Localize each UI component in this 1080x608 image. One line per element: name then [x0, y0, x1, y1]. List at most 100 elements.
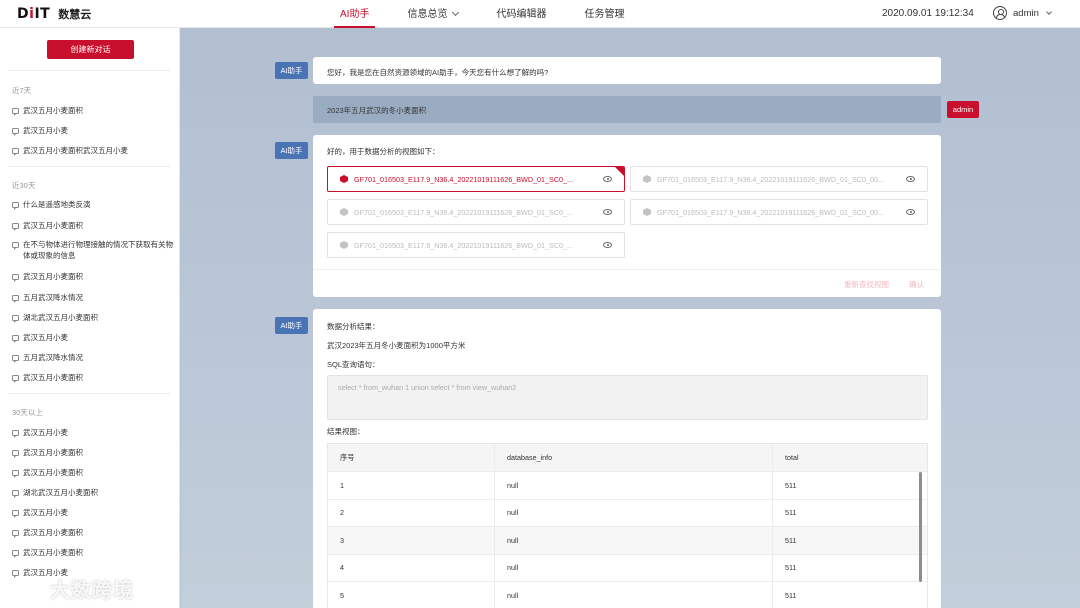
divider	[8, 393, 170, 394]
history-item[interactable]: 武汉五月小麦面积	[12, 527, 174, 538]
eye-icon[interactable]	[603, 209, 612, 215]
watermark: 大数跨境	[8, 574, 134, 603]
ai-message-views: 好的，用于数据分析的视图如下： GF701_016503_E117.9_N36.…	[313, 135, 941, 297]
table-scrollbar[interactable]	[919, 472, 922, 582]
history-item[interactable]: 武汉五月小麦面积	[12, 467, 174, 478]
nav-info-overview[interactable]: 信息总览	[407, 0, 460, 28]
history-item[interactable]: 武汉五月小麦面积	[12, 105, 174, 116]
result-summary: 武汉2023年五月冬小麦面积为1000平方米	[327, 341, 466, 350]
divider	[8, 166, 170, 167]
group-label-7d: 近7天	[12, 86, 32, 95]
history-item[interactable]: 在不与物体进行物理接触的情况下获取有关物体或现象的信息	[12, 239, 174, 261]
group-label-30d: 近30天	[12, 181, 36, 190]
history-item[interactable]: 武汉五月小麦面积武汉五月小麦	[12, 145, 174, 156]
table-row[interactable]: 4 null 511	[328, 554, 927, 582]
cell: 511	[785, 480, 797, 490]
history-item[interactable]: 武汉五月小麦	[12, 125, 174, 136]
history-item[interactable]: 湖北武汉五月小麦面积	[12, 312, 174, 323]
group-label-30d-plus: 30天以上	[12, 408, 43, 417]
view-file-option[interactable]: GF701_016503_E117.9_N36.4_20221019111626…	[630, 199, 928, 225]
history-item[interactable]: 五月武汉降水情况	[12, 292, 174, 303]
ai-assistant-tag: AI助手	[275, 317, 308, 334]
user-message: 2023年五月武汉的冬小麦面积	[313, 96, 941, 123]
column-header[interactable]: total	[773, 444, 927, 471]
logo-text: 数慧云	[58, 9, 92, 21]
cell: 4	[328, 554, 495, 581]
history-item[interactable]: 武汉五月小麦	[12, 507, 174, 518]
history-item[interactable]: 五月武汉降水情况	[12, 352, 174, 363]
history-item[interactable]: 武汉五月小麦面积	[12, 447, 174, 458]
view-file-option[interactable]: GF701_016503_E117.9_N36.4_20221019111626…	[327, 199, 625, 225]
user-menu[interactable]: admin	[993, 6, 1052, 20]
cell: 511	[785, 590, 797, 600]
table-row[interactable]: 1 null 511	[328, 472, 927, 500]
nav-task-management[interactable]: 任务管理	[584, 0, 624, 28]
chat-icon	[12, 549, 19, 558]
new-chat-button[interactable]: 创建新对话	[47, 40, 134, 59]
chat-icon	[12, 314, 19, 323]
chat-icon	[12, 529, 19, 538]
cell: 511	[785, 563, 797, 573]
chat-icon	[12, 241, 19, 250]
view-file-option[interactable]: GF701_016503_E117.9_N36.4_20221019111626…	[327, 232, 625, 258]
cell: 5	[328, 582, 495, 608]
chat-icon	[12, 429, 19, 438]
confirm-button[interactable]: 确认	[909, 279, 924, 290]
cell: null	[495, 499, 773, 526]
chat-icon	[12, 127, 19, 136]
history-item[interactable]: 什么是遥感地类反演	[12, 199, 174, 210]
view-file-option[interactable]: GF701_016503_E117.9_N36.4_20221019111626…	[630, 166, 928, 192]
chat-icon	[12, 374, 19, 383]
chevron-down-icon	[452, 8, 460, 17]
cell: null	[495, 582, 773, 608]
datetime: 2020.09.01 19:12:34	[882, 8, 974, 19]
cell: 511	[785, 535, 797, 545]
result-table: 序号 database_info total 1 null 511 2 null…	[327, 443, 928, 608]
history-item[interactable]: 武汉五月小麦	[12, 332, 174, 343]
column-header[interactable]: 序号	[328, 444, 495, 471]
history-item[interactable]: 武汉五月小麦面积	[12, 547, 174, 558]
top-header: DiIT 数慧云 AI助手 信息总览 代码编辑器 任务管理 2020.09.01…	[0, 0, 1080, 28]
column-header[interactable]: database_info	[495, 444, 773, 471]
sql-query-box[interactable]: select * from_wuhan 1 union select * fro…	[327, 375, 928, 420]
eye-icon[interactable]	[906, 176, 915, 182]
history-item[interactable]: 武汉五月小麦	[12, 427, 174, 438]
eye-icon[interactable]	[603, 242, 612, 248]
table-row[interactable]: 3 null 511	[328, 527, 927, 555]
logo-mark: DiIT	[17, 6, 51, 22]
ai-message-greeting: 您好，我是您在自然资源领域的AI助手，今天您有什么想了解的吗?	[313, 57, 941, 84]
cube-icon	[340, 208, 348, 216]
cell: null	[495, 527, 773, 554]
cell: null	[495, 472, 773, 499]
chat-area: AI助手 您好，我是您在自然资源领域的AI助手，今天您有什么想了解的吗? 202…	[181, 28, 1080, 608]
chevron-down-icon	[1046, 8, 1052, 15]
table-row[interactable]: 2 null 511	[328, 499, 927, 527]
history-item[interactable]: 武汉五月小麦面积	[12, 220, 174, 231]
chat-icon	[12, 449, 19, 458]
user-icon	[993, 6, 1007, 20]
eye-icon[interactable]	[906, 209, 915, 215]
table-header-row: 序号 database_info total	[328, 444, 927, 472]
cell: 511	[785, 508, 797, 518]
nav-ai-assistant[interactable]: AI助手	[333, 0, 377, 28]
ai-assistant-tag: AI助手	[275, 62, 308, 79]
watermark-logo-icon	[9, 579, 42, 597]
chat-icon	[12, 469, 19, 478]
table-row[interactable]: 5 null 511	[328, 582, 927, 608]
eye-icon[interactable]	[603, 176, 612, 182]
view-file-option[interactable]: GF701_016503_E117.9_N36.4_20221019111626…	[327, 166, 625, 192]
history-item[interactable]: 武汉五月小麦面积	[12, 372, 174, 383]
history-item[interactable]: 武汉五月小麦面积	[12, 271, 174, 282]
username: admin	[1013, 7, 1039, 19]
requery-views-button[interactable]: 重新查找视图	[844, 279, 889, 290]
logo[interactable]: DiIT 数慧云	[17, 6, 91, 22]
sql-label: SQL查询语句：	[327, 360, 380, 369]
cube-icon	[340, 175, 348, 183]
cell: 1	[328, 472, 495, 499]
main-nav: AI助手 信息总览 代码编辑器 任务管理	[333, 0, 662, 28]
greeting-text: 您好，我是您在自然资源领域的AI助手，今天您有什么想了解的吗?	[327, 68, 549, 77]
nav-code-editor[interactable]: 代码编辑器	[496, 0, 546, 28]
divider	[313, 269, 941, 270]
result-view-label: 结果视图：	[327, 427, 365, 436]
history-item[interactable]: 湖北武汉五月小麦面积	[12, 487, 174, 498]
